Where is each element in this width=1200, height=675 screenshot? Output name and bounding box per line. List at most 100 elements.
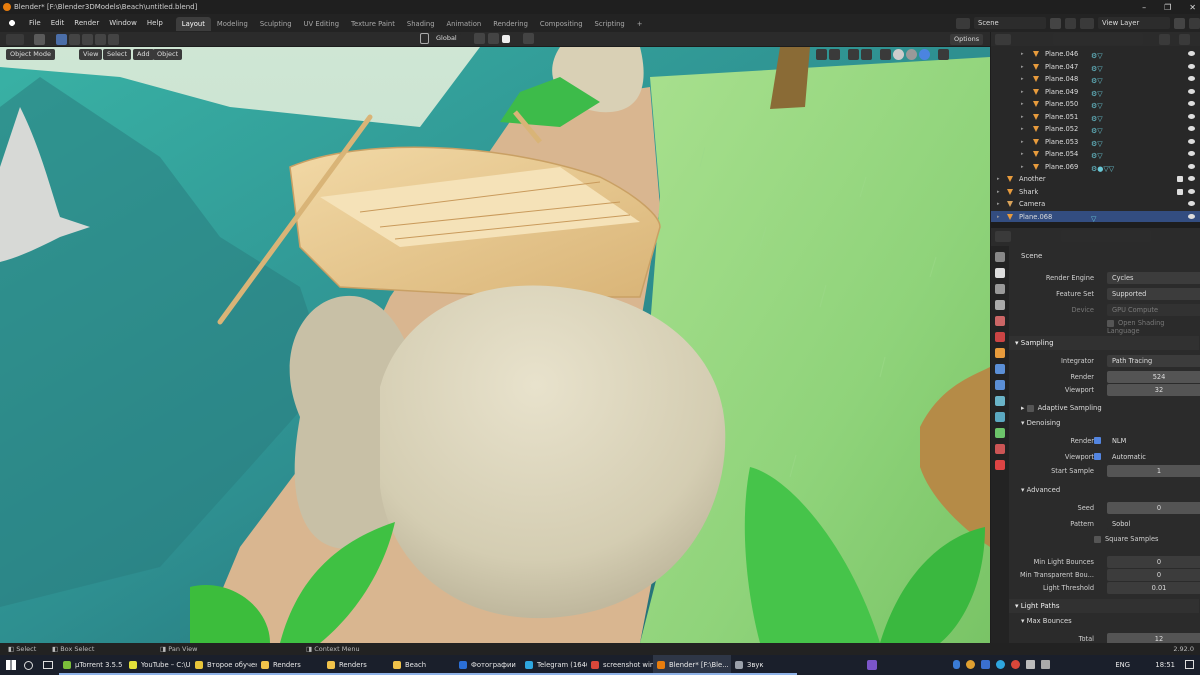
expand-arrow-icon[interactable]: ▸: [997, 186, 1000, 199]
outliner-row[interactable]: ▸ Plane.068 ▽: [991, 210, 1200, 223]
material-preview-icon[interactable]: [906, 49, 917, 60]
denoise-viewport-checkbox[interactable]: [1094, 453, 1101, 460]
expand-arrow-icon[interactable]: ▸: [1021, 148, 1024, 161]
taskbar-app[interactable]: Beach: [389, 655, 455, 675]
tab-animation[interactable]: Animation: [441, 17, 488, 31]
outliner-row[interactable]: ▸ Another: [991, 173, 1200, 186]
object-mode-dropdown[interactable]: Object Mode: [6, 49, 55, 60]
material-tab-icon[interactable]: [995, 444, 1005, 454]
blender-menu-icon[interactable]: [4, 18, 20, 28]
outliner-row[interactable]: ▸ Plane.051 ⚙▽: [991, 111, 1200, 124]
taskbar-app[interactable]: Blender* [F:\Ble...: [653, 655, 731, 675]
denoise-render-checkbox[interactable]: [1094, 437, 1101, 444]
view-menu[interactable]: View: [79, 49, 103, 60]
visibility-eye-icon[interactable]: [1188, 151, 1195, 156]
editor-type-icon[interactable]: [6, 34, 24, 45]
pattern-dropdown[interactable]: Sobol: [1107, 518, 1200, 530]
select-mode-intersect-icon[interactable]: [108, 34, 119, 45]
view-layer-icon[interactable]: [1080, 17, 1094, 29]
seed-field[interactable]: 0: [1107, 502, 1200, 514]
tab-texture-paint[interactable]: Texture Paint: [345, 17, 401, 31]
expand-arrow-icon[interactable]: ▸: [1021, 61, 1024, 74]
visibility-eye-icon[interactable]: [1188, 88, 1195, 94]
maximize-button[interactable]: ❐: [1164, 3, 1171, 12]
minimize-button[interactable]: –: [1142, 3, 1146, 12]
volume-icon[interactable]: [1041, 660, 1050, 669]
min-transparent-bounces-field[interactable]: 0: [1107, 569, 1200, 581]
clock[interactable]: 18:51: [1155, 661, 1175, 669]
render-samples-field[interactable]: 524: [1107, 371, 1200, 383]
feature-set-dropdown[interactable]: Supported: [1107, 288, 1200, 300]
menu-render[interactable]: Render: [69, 14, 104, 32]
device-dropdown[interactable]: GPU Compute: [1107, 304, 1200, 316]
object-menu[interactable]: Object: [153, 49, 183, 60]
outliner-row[interactable]: ▸ Plane.069 ⚙●▽▽: [991, 161, 1200, 174]
task-view-icon[interactable]: [43, 661, 53, 669]
windows-start-icon[interactable]: [6, 660, 16, 670]
snap-icon[interactable]: [487, 33, 499, 44]
tray-app-icon-3[interactable]: [1011, 660, 1020, 669]
telegram-tray-icon[interactable]: [996, 660, 1005, 669]
tool-tab-icon[interactable]: [995, 252, 1005, 262]
select-mode-new-icon[interactable]: [56, 34, 67, 45]
delete-scene-icon[interactable]: [1065, 17, 1076, 29]
tab-modeling[interactable]: Modeling: [211, 17, 254, 31]
min-light-bounces-field[interactable]: 0: [1107, 556, 1200, 568]
notifications-icon[interactable]: [1185, 660, 1194, 669]
outliner-row[interactable]: ▸ Camera: [991, 198, 1200, 211]
max-bounces-header[interactable]: ▾ Max Bounces: [1009, 615, 1199, 628]
pivot-point-icon[interactable]: [473, 33, 485, 44]
collection-checkbox[interactable]: [1177, 176, 1183, 182]
pause-render-icon[interactable]: [938, 49, 949, 60]
square-samples-checkbox[interactable]: [1094, 535, 1101, 543]
tray-app-icon-2[interactable]: [981, 660, 990, 669]
bluetooth-icon[interactable]: [953, 660, 960, 669]
network-icon[interactable]: [1026, 660, 1035, 669]
expand-arrow-icon[interactable]: ▸: [1021, 136, 1024, 149]
integrator-dropdown[interactable]: Path Tracing: [1107, 355, 1200, 367]
taskbar-app[interactable]: Renders: [257, 655, 323, 675]
taskbar-app[interactable]: Telegram (16402): [521, 655, 587, 675]
tab-uv-editing[interactable]: UV Editing: [298, 17, 345, 31]
sampling-panel-header[interactable]: ▾ Sampling: [1009, 336, 1199, 350]
scene-selector-icon[interactable]: [956, 17, 970, 29]
outliner-row[interactable]: ▸ Plane.046 ⚙▽: [991, 48, 1200, 61]
denoise-render-dropdown[interactable]: NLM: [1107, 435, 1200, 447]
viewport-samples-field[interactable]: 32: [1107, 384, 1200, 396]
taskbar-app[interactable]: Renders: [323, 655, 389, 675]
visibility-eye-icon[interactable]: [1188, 51, 1195, 56]
gizmo-icon[interactable]: [829, 49, 840, 60]
new-view-layer-icon[interactable]: [1174, 17, 1185, 29]
select-menu[interactable]: Select: [103, 49, 132, 60]
select-mode-subtract-icon[interactable]: [82, 34, 93, 45]
expand-arrow-icon[interactable]: ▸: [997, 198, 1000, 211]
tray-app-icon[interactable]: [966, 660, 975, 669]
search-icon[interactable]: [24, 660, 33, 670]
outliner-row[interactable]: ▸ Plane.053 ⚙▽: [991, 136, 1200, 149]
scene-name-field[interactable]: Scene: [974, 17, 1046, 29]
select-mode-invert-icon[interactable]: [95, 34, 106, 45]
menu-file[interactable]: File: [24, 14, 46, 32]
adaptive-sampling-header[interactable]: ▸ Adaptive Sampling: [1009, 402, 1199, 415]
start-sample-field[interactable]: 1: [1107, 465, 1200, 477]
tab-shading[interactable]: Shading: [401, 17, 441, 31]
expand-arrow-icon[interactable]: ▸: [1021, 98, 1024, 111]
delete-view-layer-icon[interactable]: [1189, 17, 1200, 29]
expand-arrow-icon[interactable]: ▸: [997, 211, 1000, 223]
visual-studio-icon[interactable]: [867, 660, 877, 670]
denoising-header[interactable]: ▾ Denoising: [1009, 417, 1199, 430]
select-mode-extend-icon[interactable]: [69, 34, 80, 45]
wireframe-shading-icon[interactable]: [880, 49, 891, 60]
outliner-row[interactable]: ▸ Plane.049 ⚙▽: [991, 86, 1200, 99]
select-box-icon[interactable]: [34, 34, 45, 45]
osl-checkbox[interactable]: [1107, 319, 1114, 327]
adaptive-sampling-checkbox[interactable]: [1026, 404, 1034, 412]
outliner-row[interactable]: ▸ Plane.052 ⚙▽: [991, 123, 1200, 136]
outliner-row[interactable]: ▸ Plane.047 ⚙▽: [991, 61, 1200, 74]
outliner-row[interactable]: ▸ Plane.048 ⚙▽: [991, 73, 1200, 86]
taskbar-app[interactable]: YouTube – C:\U...: [125, 655, 191, 675]
collection-checkbox[interactable]: [1177, 188, 1183, 195]
tab-scripting[interactable]: Scripting: [589, 17, 631, 31]
output-tab-icon[interactable]: [995, 284, 1005, 294]
visibility-eye-icon[interactable]: [1188, 163, 1195, 169]
